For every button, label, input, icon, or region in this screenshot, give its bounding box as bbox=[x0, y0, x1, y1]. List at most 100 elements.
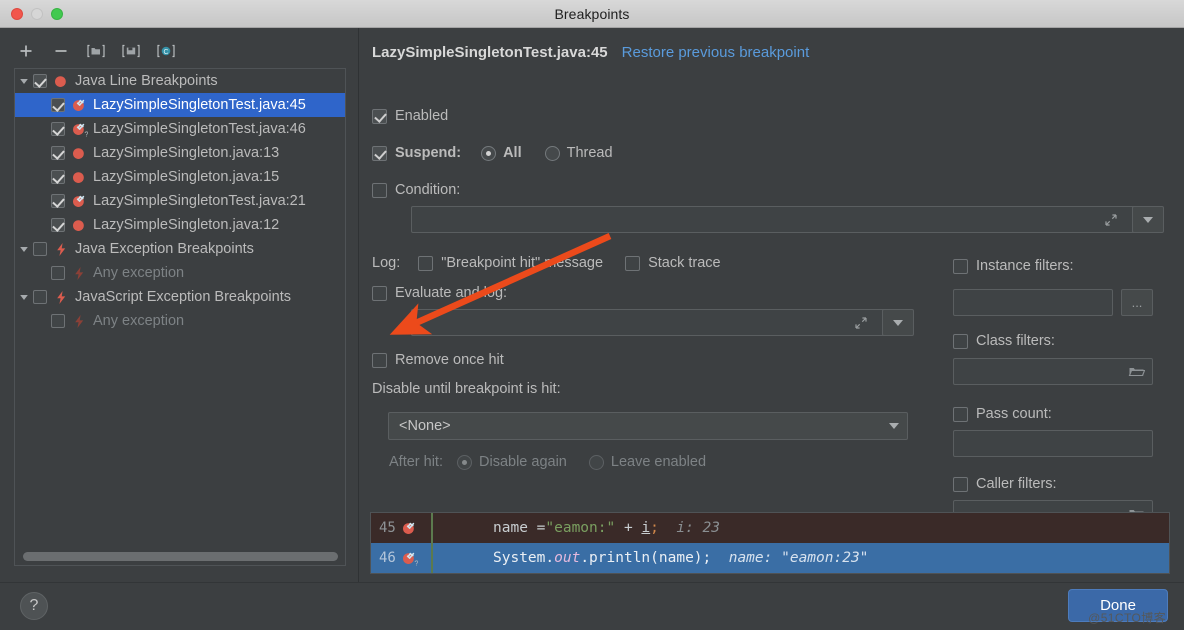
group-by-file-button[interactable] bbox=[84, 39, 108, 63]
tree-item-checkbox[interactable] bbox=[33, 242, 47, 256]
evaluate-and-log-dropdown-button[interactable] bbox=[882, 309, 914, 336]
tree-item-6[interactable]: LazySimpleSingleton.java:12 bbox=[15, 213, 345, 237]
tree-item-7[interactable]: Java Exception Breakpoints bbox=[15, 237, 345, 261]
tree-item-checkbox[interactable] bbox=[51, 146, 65, 160]
after-hit-leave-enabled-radio[interactable] bbox=[588, 454, 604, 470]
evaluate-and-log-expand-button[interactable] bbox=[840, 309, 882, 336]
tree-item-checkbox[interactable] bbox=[51, 98, 65, 112]
class-filters-input[interactable] bbox=[953, 358, 1153, 385]
stack-trace-checkbox[interactable] bbox=[625, 255, 641, 271]
enabled-checkbox[interactable] bbox=[372, 108, 387, 124]
save-to-file-button[interactable] bbox=[119, 39, 143, 63]
suspend-label: Suspend: bbox=[395, 145, 462, 161]
pass-count-input[interactable] bbox=[953, 430, 1153, 457]
breakpoint-question-icon: ? bbox=[71, 122, 88, 137]
remove-breakpoint-button[interactable] bbox=[49, 39, 73, 63]
instance-filters-input[interactable] bbox=[953, 289, 1113, 316]
chevron-down-icon bbox=[20, 79, 28, 84]
tree-expand-toggle[interactable] bbox=[15, 292, 33, 302]
tree-item-0[interactable]: Java Line Breakpoints bbox=[15, 69, 345, 93]
tree-item-4[interactable]: LazySimpleSingleton.java:15 bbox=[15, 165, 345, 189]
tree-scrollbar-thumb[interactable] bbox=[23, 551, 338, 561]
instance-filters-checkbox[interactable] bbox=[953, 258, 968, 274]
folder-icon[interactable] bbox=[1128, 364, 1146, 384]
tree-item-1[interactable]: LazySimpleSingletonTest.java:45 bbox=[15, 93, 345, 117]
evaluate-and-log-checkbox[interactable] bbox=[372, 285, 387, 301]
class-c-icon: C bbox=[157, 44, 175, 58]
condition-checkbox[interactable] bbox=[372, 182, 387, 198]
tree-horizontal-scrollbar[interactable] bbox=[15, 547, 345, 565]
suspend-all-radio[interactable] bbox=[481, 145, 497, 161]
restore-previous-breakpoint-link[interactable]: Restore previous breakpoint bbox=[622, 44, 810, 61]
tree-item-checkbox[interactable] bbox=[51, 122, 65, 136]
folder-bracket-icon bbox=[87, 44, 105, 58]
exception-bolt-icon bbox=[53, 290, 70, 305]
tree-item-2[interactable]: ? LazySimpleSingletonTest.java:46 bbox=[15, 117, 345, 141]
evaluate-and-log-input[interactable] bbox=[411, 309, 903, 336]
code-gutter[interactable]: 45 bbox=[371, 513, 433, 543]
tree-item-checkbox[interactable] bbox=[33, 290, 47, 304]
disable-until-label: Disable until breakpoint is hit: bbox=[372, 381, 561, 397]
breakpoint-verified-icon bbox=[71, 194, 88, 209]
pass-count-row: Pass count: bbox=[953, 406, 1052, 422]
after-hit-disable-again-radio[interactable] bbox=[457, 454, 472, 470]
condition-expand-button[interactable] bbox=[1090, 206, 1132, 233]
tree-item-8[interactable]: Any exception bbox=[15, 261, 345, 285]
tree-expand-toggle[interactable] bbox=[15, 76, 33, 86]
disable-until-row: Disable until breakpoint is hit: bbox=[372, 381, 561, 397]
class-filters-checkbox[interactable] bbox=[953, 333, 968, 349]
tree-expand-toggle[interactable] bbox=[15, 244, 33, 254]
tree-item-5[interactable]: LazySimpleSingletonTest.java:21 bbox=[15, 189, 345, 213]
code-gutter[interactable]: 46? bbox=[371, 543, 433, 573]
done-button[interactable]: Done bbox=[1068, 589, 1168, 622]
class-filters-row: Class filters: bbox=[953, 333, 1055, 349]
exception-bolt-dim-icon bbox=[71, 266, 88, 281]
window-title: Breakpoints bbox=[554, 5, 630, 22]
condition-input[interactable] bbox=[411, 206, 1153, 233]
tree-item-checkbox[interactable] bbox=[51, 218, 65, 232]
breakpoints-tree[interactable]: Java Line Breakpoints LazySimpleSingleton… bbox=[14, 68, 346, 566]
tree-item-checkbox[interactable] bbox=[51, 314, 65, 328]
tree-item-checkbox[interactable] bbox=[33, 74, 47, 88]
code-token: System. bbox=[493, 550, 555, 566]
code-line: 45 name ="eamon:" + i; i: 23 bbox=[371, 513, 1169, 543]
chevron-down-icon bbox=[889, 423, 899, 429]
pass-count-label: Pass count: bbox=[976, 406, 1052, 422]
tree-item-checkbox[interactable] bbox=[51, 170, 65, 184]
breakpoint-verified-icon bbox=[71, 98, 88, 113]
tree-item-label: LazySimpleSingletonTest.java:21 bbox=[93, 193, 306, 209]
tree-item-9[interactable]: JavaScript Exception Breakpoints bbox=[15, 285, 345, 309]
stack-trace-label: Stack trace bbox=[648, 255, 721, 271]
suspend-thread-radio[interactable] bbox=[544, 145, 560, 161]
remove-once-hit-checkbox[interactable] bbox=[372, 352, 387, 368]
disable-until-select[interactable]: <None> bbox=[388, 412, 908, 440]
chevron-down-icon bbox=[893, 319, 903, 326]
breakpoint-hit-message-checkbox[interactable] bbox=[418, 255, 434, 271]
condition-dropdown-button[interactable] bbox=[1132, 206, 1164, 233]
breakpoint-dot-icon bbox=[71, 146, 88, 161]
tree-item-checkbox[interactable] bbox=[51, 194, 65, 208]
tree-item-label: LazySimpleSingleton.java:12 bbox=[93, 217, 280, 233]
pass-count-checkbox[interactable] bbox=[953, 406, 968, 422]
ellipsis-icon: ... bbox=[1131, 295, 1143, 310]
code-token: name = bbox=[493, 520, 546, 536]
condition-row: Condition: bbox=[372, 182, 460, 198]
help-button[interactable]: ? bbox=[20, 592, 48, 620]
tree-item-10[interactable]: Any exception bbox=[15, 309, 345, 333]
expand-arrows-icon bbox=[1105, 213, 1117, 226]
line-number: 46 bbox=[379, 550, 396, 566]
caller-filters-checkbox[interactable] bbox=[953, 476, 968, 492]
code-line: 46?System.out.println(name); name: "eamo… bbox=[371, 543, 1169, 573]
tree-item-3[interactable]: LazySimpleSingleton.java:13 bbox=[15, 141, 345, 165]
plus-icon bbox=[20, 45, 32, 57]
group-by-class-button[interactable]: C bbox=[154, 39, 178, 63]
tree-item-label: JavaScript Exception Breakpoints bbox=[75, 289, 291, 305]
suspend-checkbox[interactable] bbox=[372, 145, 387, 161]
disable-until-value: <None> bbox=[399, 418, 451, 434]
instance-filters-label: Instance filters: bbox=[976, 258, 1074, 274]
expand-arrows-icon bbox=[855, 316, 867, 329]
tree-item-checkbox[interactable] bbox=[51, 266, 65, 280]
after-hit-label: After hit: bbox=[389, 454, 443, 470]
add-breakpoint-button[interactable] bbox=[14, 39, 38, 63]
instance-filters-browse-button[interactable]: ... bbox=[1121, 289, 1153, 316]
